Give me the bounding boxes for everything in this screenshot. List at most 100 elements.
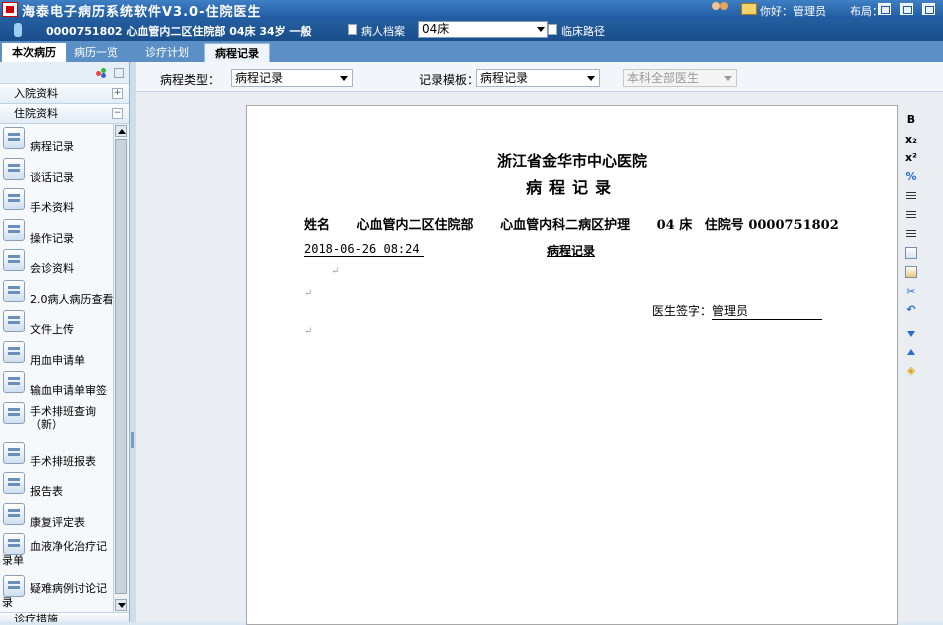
sidebar-item-blood-purification[interactable]: 血液净化治疗记录单	[0, 530, 113, 572]
colors-icon[interactable]	[96, 68, 106, 78]
template-select[interactable]: 病程记录	[476, 69, 600, 87]
sidebar-item-label: 会诊资料	[30, 262, 74, 275]
sidebar-item-report-form[interactable]: 报告表	[0, 469, 113, 500]
doctor-icon	[3, 249, 25, 271]
clinical-pathway-link[interactable]: 临床路径	[561, 23, 605, 39]
ward-text: 心血管内二区住院部	[356, 218, 474, 233]
sidebar-item-transfusion-approval[interactable]: 输血申请单审签	[0, 368, 113, 399]
sidebar-item-label: 康复评定表	[30, 515, 85, 529]
sidebar-item-conversation[interactable]: 谈话记录	[0, 155, 113, 186]
subscript-icon[interactable]: x₂	[904, 133, 918, 147]
patient-header: 姓名 心血管内二区住院部 心血管内科二病区护理 04 床 住院号 0000751…	[304, 214, 861, 233]
sidebar-item-surgery[interactable]: 手术资料	[0, 185, 113, 216]
copy-icon[interactable]	[905, 247, 917, 259]
align-center-icon[interactable]	[904, 208, 918, 222]
bold-icon[interactable]: B	[904, 113, 918, 127]
doctor-select[interactable]: 本科全部医生	[623, 69, 737, 87]
document-title: 病程记录	[525, 178, 618, 197]
record-datetime[interactable]: 2018-06-26 08:24	[304, 242, 424, 257]
sidebar-item-difficult-case[interactable]: 疑难病例讨论记录	[0, 572, 113, 610]
sidebar: 入院资料 + 住院资料 − 病程记录 谈话记录 手术资料 操作记录 会诊资料 2…	[0, 62, 130, 622]
template-value: 病程记录	[480, 71, 529, 85]
department-text: 心血管内科二病区护理	[500, 218, 631, 233]
form-icon	[3, 472, 25, 494]
paste-icon[interactable]	[905, 266, 917, 278]
scroll-down-icon[interactable]	[115, 599, 127, 611]
patient-record-link[interactable]: 病人档案	[361, 23, 405, 39]
list-icon[interactable]	[114, 68, 124, 78]
record-type-label: 病程类型：	[160, 73, 221, 87]
sidebar-item-label: 操作记录	[30, 231, 74, 245]
sidebar-item-history-view[interactable]: 2.0病人病历查看	[0, 277, 113, 308]
sidebar-item-rehab-assessment[interactable]: 康复评定表	[0, 500, 113, 531]
form-icon	[3, 502, 25, 525]
group-inpatient-label: 住院资料	[14, 107, 58, 120]
patient-icon	[14, 23, 22, 37]
app-title: 海泰电子病历系统软件V3.0-住院医生	[22, 5, 262, 20]
message-icon[interactable]	[741, 3, 757, 15]
tab-treatment-plan[interactable]: 诊疗计划	[136, 43, 198, 62]
group-admission-label: 入院资料	[14, 87, 58, 100]
record-type-value: 病程记录	[235, 71, 284, 85]
surgeon-icon	[3, 188, 25, 210]
tab-record-overview[interactable]: 病历一览	[66, 43, 126, 62]
chevron-down-icon	[724, 76, 732, 81]
document-search-icon	[3, 279, 25, 302]
cut-icon[interactable]: ✂	[904, 285, 918, 299]
collapse-icon[interactable]: −	[112, 108, 123, 119]
bed-select[interactable]: 04床	[418, 21, 548, 38]
sidebar-item-label: 输血申请单审签	[30, 384, 107, 397]
percent-icon[interactable]: %	[904, 170, 918, 184]
name-label: 姓名	[304, 218, 331, 233]
move-down-icon[interactable]	[904, 327, 918, 341]
sidebar-item-consultation[interactable]: 会诊资料	[0, 246, 113, 277]
sidebar-list: 病程记录 谈话记录 手术资料 操作记录 会诊资料 2.0病人病历查看 文件上传 …	[0, 124, 113, 610]
sidebar-item-surgery-schedule-query[interactable]: 手术排班查询（新）	[0, 399, 113, 439]
record-type-select[interactable]: 病程记录	[231, 69, 353, 87]
chevron-down-icon	[587, 76, 595, 81]
sidebar-item-file-upload[interactable]: 文件上传	[0, 307, 113, 338]
tab-current-record[interactable]: 本次病历	[2, 43, 66, 62]
sidebar-item-operation[interactable]: 操作记录	[0, 216, 113, 247]
group-inpatient[interactable]: 住院资料 −	[0, 104, 129, 124]
sidebar-item-label: 手术排班报表	[30, 454, 96, 468]
users-icon[interactable]	[712, 2, 730, 16]
move-up-icon[interactable]	[904, 346, 918, 360]
sidebar-item-blood-request[interactable]: 用血申请单	[0, 338, 113, 369]
sidebar-item-label: 报告表	[30, 485, 63, 498]
paragraph-mark-icon: ↵	[304, 288, 313, 299]
align-right-icon[interactable]	[904, 227, 918, 241]
paragraph-mark-icon: ↵	[331, 266, 340, 277]
document-search-icon	[3, 401, 25, 424]
layout-single-button[interactable]	[878, 3, 891, 15]
superscript-icon[interactable]: x²	[904, 151, 918, 165]
fill-icon[interactable]: ◈	[904, 364, 918, 378]
group-treatment[interactable]: 诊疗措施	[0, 612, 129, 622]
layout-full-button[interactable]	[922, 3, 935, 15]
sidebar-toolbar	[0, 62, 129, 84]
sidebar-scrollbar[interactable]	[113, 124, 128, 612]
expand-icon[interactable]: +	[112, 88, 123, 99]
layout-split-button[interactable]	[900, 3, 913, 15]
sidebar-item-label: 血液净化治疗记录单	[2, 540, 107, 567]
chevron-down-icon	[340, 76, 348, 81]
tab-progress-notes[interactable]: 病程记录	[204, 43, 270, 62]
sidebar-item-surgery-schedule-report[interactable]: 手术排班报表	[0, 439, 113, 470]
sidebar-item-label: 用血申请单	[30, 353, 85, 367]
sidebar-item-label: 手术资料	[30, 201, 74, 214]
document-page[interactable]: 浙江省金华市中心医院 病程记录 姓名 心血管内二区住院部 心血管内科二病区护理 …	[246, 105, 898, 625]
speech-bubble-icon	[3, 157, 25, 180]
doctor-value: 本科全部医生	[627, 71, 700, 85]
sidebar-item-label: 2.0病人病历查看	[30, 292, 113, 306]
undo-icon[interactable]: ↶	[904, 303, 918, 317]
align-left-icon[interactable]	[904, 189, 918, 203]
scroll-thumb[interactable]	[115, 139, 127, 594]
group-admission[interactable]: 入院资料 +	[0, 84, 129, 104]
main-panel: 病程类型： 病程记录 记录模板： 病程记录 本科全部医生 浙江省金华市中心医院 …	[136, 62, 943, 625]
filter-bar: 病程类型： 病程记录 记录模板： 病程记录 本科全部医生	[136, 62, 943, 92]
signature-name: 管理员	[712, 302, 823, 320]
sidebar-item-progress-notes[interactable]: 病程记录	[0, 124, 113, 155]
scroll-up-icon[interactable]	[115, 125, 127, 137]
signature-label: 医生签字：	[652, 304, 713, 318]
folder-icon	[3, 310, 25, 332]
